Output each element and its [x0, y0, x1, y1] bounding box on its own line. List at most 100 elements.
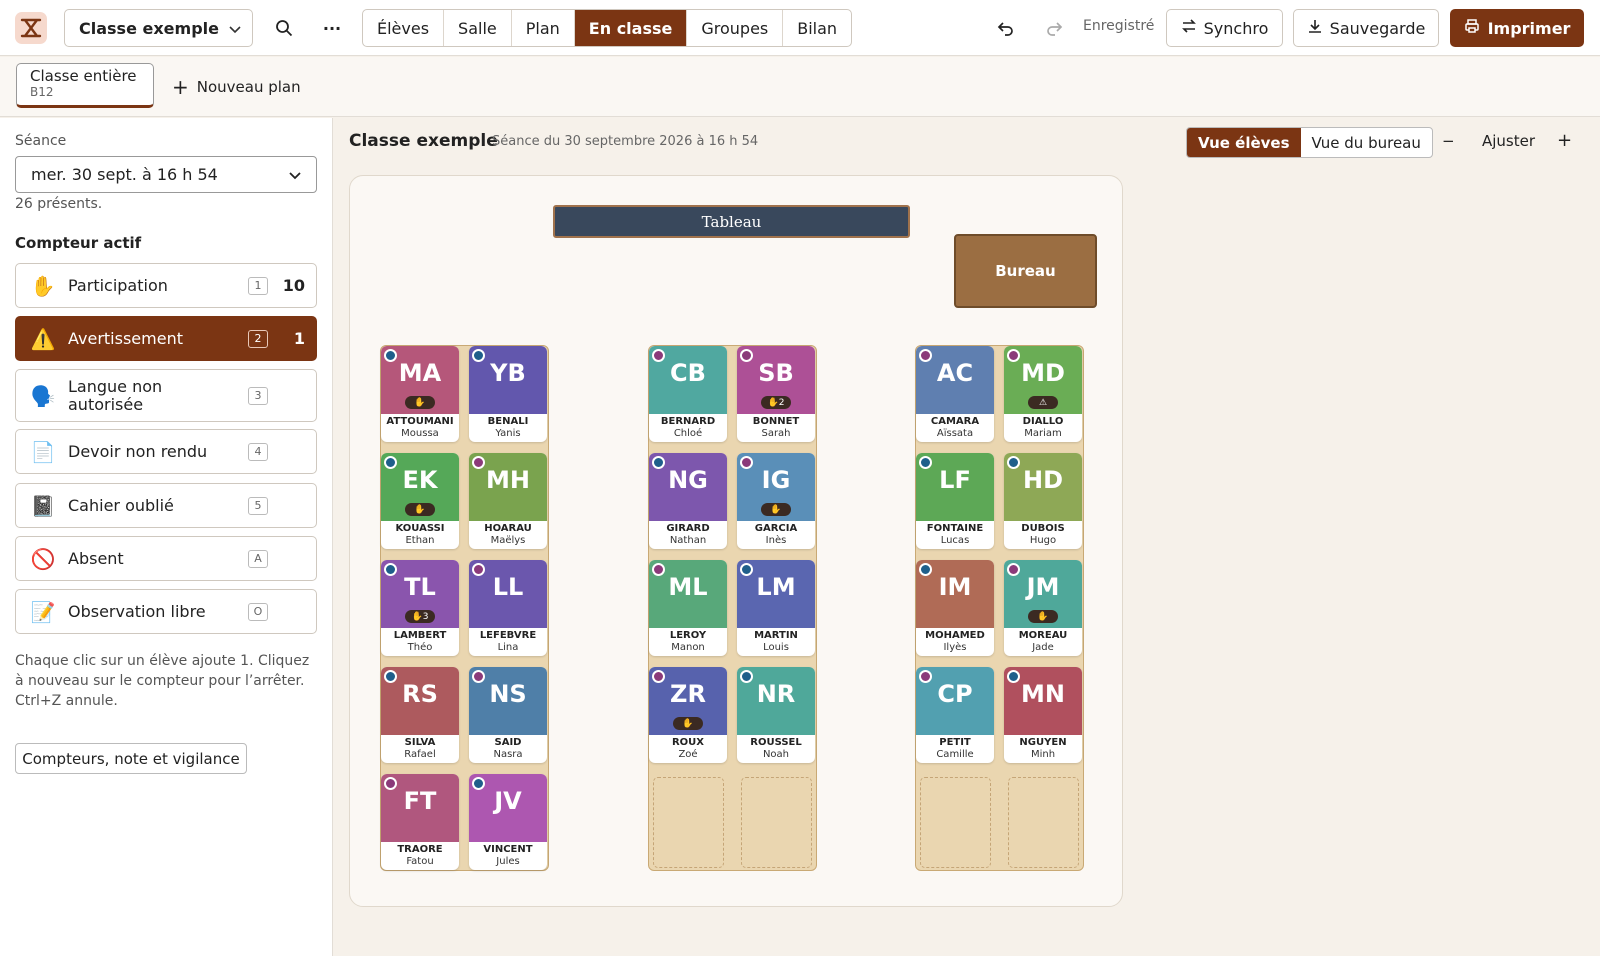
student-last-name: MOHAMED: [925, 630, 985, 641]
tab-bilan[interactable]: Bilan: [783, 10, 851, 46]
plus-icon: +: [172, 75, 189, 99]
student-card[interactable]: NR ROUSSEL Noah: [737, 667, 815, 763]
plan-tab-room: B12: [30, 85, 54, 99]
print-button[interactable]: Imprimer: [1450, 9, 1584, 47]
redo-icon[interactable]: [1042, 16, 1066, 40]
plan-bar: Classe entière B12 + Nouveau plan: [0, 57, 1600, 117]
student-first-name: Nasra: [493, 749, 523, 760]
student-initials: YB: [490, 359, 526, 387]
zoom-out-button[interactable]: −: [1442, 132, 1455, 150]
empty-seat[interactable]: [920, 777, 991, 868]
printer-icon: [1464, 18, 1480, 38]
session-label: Séance: [15, 133, 67, 149]
student-initials: CB: [670, 359, 706, 387]
backup-button[interactable]: Sauvegarde: [1293, 9, 1439, 47]
student-card[interactable]: YB BENALI Yanis: [469, 346, 547, 442]
sync-button[interactable]: Synchro: [1166, 9, 1283, 47]
student-card[interactable]: FT TRAORE Fatou: [381, 774, 459, 870]
student-card[interactable]: MA ✋ ATTOUMANI Moussa: [381, 346, 459, 442]
counter-4[interactable]: 📄 Devoir non rendu 4: [15, 429, 317, 474]
search-icon[interactable]: [272, 16, 296, 40]
student-card[interactable]: LF FONTAINE Lucas: [916, 453, 994, 549]
session-select[interactable]: mer. 30 sept. à 16 h 54: [15, 156, 317, 193]
student-card[interactable]: EK ✋ KOUASSI Ethan: [381, 453, 459, 549]
counter-title: Compteur actif: [15, 234, 142, 252]
student-counter-badge: ✋: [405, 503, 435, 516]
student-initials: LM: [756, 573, 796, 601]
counter-shortcut: O: [248, 602, 268, 621]
student-last-name: PETIT: [939, 737, 971, 748]
student-last-name: ATTOUMANI: [386, 416, 454, 427]
student-first-name: Noah: [762, 749, 790, 760]
student-last-name: DIALLO: [1022, 416, 1064, 427]
fit-button[interactable]: Ajuster: [1482, 132, 1535, 150]
student-card[interactable]: JV VINCENT Jules: [469, 774, 547, 870]
empty-seat[interactable]: [741, 777, 812, 868]
more-icon[interactable]: ···: [320, 16, 344, 40]
student-card[interactable]: NS SAID Nasra: [469, 667, 547, 763]
counter-2[interactable]: ⚠️ Avertissement 2 1: [15, 316, 317, 361]
student-counter-badge: ✋3: [405, 610, 435, 623]
counter-1[interactable]: ✋ Participation 1 10: [15, 263, 317, 308]
student-card[interactable]: MN NGUYEN Minh: [1004, 667, 1082, 763]
page-icon: 📄: [30, 439, 56, 464]
counter-shortcut: 4: [248, 442, 268, 461]
student-initials: RS: [402, 680, 438, 708]
plan-tab-title: Classe entière: [30, 67, 137, 85]
empty-seat[interactable]: [653, 777, 724, 868]
student-card[interactable]: IM MOHAMED Ilyès: [916, 560, 994, 656]
counter-3[interactable]: 🗣️ Langue non autorisée 3: [15, 369, 317, 422]
plan-tab-current[interactable]: Classe entière B12: [16, 63, 154, 108]
student-first-name: Nathan: [669, 535, 707, 546]
student-card[interactable]: MD ⚠ DIALLO Mariam: [1004, 346, 1082, 442]
class-selector[interactable]: Classe exemple: [64, 9, 253, 47]
student-card[interactable]: ML LEROY Manon: [649, 560, 727, 656]
student-card[interactable]: ZR ✋ ROUX Zoé: [649, 667, 727, 763]
student-card[interactable]: LM MARTIN Louis: [737, 560, 815, 656]
student-card[interactable]: IG ✋ GARCIA Inès: [737, 453, 815, 549]
zoom-in-button[interactable]: +: [1557, 130, 1572, 151]
undo-icon[interactable]: [994, 16, 1018, 40]
tab-salle[interactable]: Salle: [444, 10, 512, 46]
student-card[interactable]: JM ✋ MOREAU Jade: [1004, 560, 1082, 656]
student-first-name: Lucas: [940, 535, 970, 546]
tab-plan[interactable]: Plan: [512, 10, 575, 46]
student-card[interactable]: TL ✋3 LAMBERT Théo: [381, 560, 459, 656]
student-initials: AC: [936, 359, 974, 387]
counters-settings-button[interactable]: Compteurs, note et vigilance: [15, 743, 247, 774]
student-initials: IG: [761, 466, 791, 494]
tab-eleves[interactable]: Élèves: [363, 10, 445, 46]
student-last-name: DUBOIS: [1021, 523, 1065, 534]
student-card[interactable]: SB ✋2 BONNET Sarah: [737, 346, 815, 442]
student-last-name: BENALI: [487, 416, 529, 427]
student-first-name: Camille: [936, 749, 974, 760]
student-card[interactable]: MH HOARAU Maëlys: [469, 453, 547, 549]
student-initials: FT: [403, 787, 437, 815]
student-first-name: Hugo: [1029, 535, 1057, 546]
counter-5[interactable]: 📓 Cahier oublié 5: [15, 483, 317, 528]
student-card[interactable]: CB BERNARD Chloé: [649, 346, 727, 442]
counter-count: 10: [282, 276, 305, 295]
view-students-button[interactable]: Vue élèves: [1187, 128, 1301, 157]
counter-name: Absent: [68, 548, 124, 568]
download-icon: [1307, 18, 1323, 38]
student-card[interactable]: CP PETIT Camille: [916, 667, 994, 763]
student-first-name: Jules: [496, 856, 520, 867]
counter-name: Observation libre: [68, 601, 206, 621]
counter-7[interactable]: 📝 Observation libre O: [15, 589, 317, 634]
tab-groupes[interactable]: Groupes: [687, 10, 784, 46]
student-card[interactable]: AC CAMARA Aïssata: [916, 346, 994, 442]
top-toolbar: Classe exemple ··· Élèves Salle Plan En …: [0, 0, 1600, 56]
student-first-name: Lina: [497, 642, 519, 653]
chevron-down-icon: [289, 165, 301, 184]
counter-6[interactable]: 🚫 Absent A: [15, 536, 317, 581]
student-card[interactable]: HD DUBOIS Hugo: [1004, 453, 1082, 549]
view-desk-button[interactable]: Vue du bureau: [1301, 128, 1432, 157]
tab-en-classe[interactable]: En classe: [574, 10, 688, 46]
student-card[interactable]: NG GIRARD Nathan: [649, 453, 727, 549]
student-card[interactable]: LL LEFEBVRE Lina: [469, 560, 547, 656]
student-card[interactable]: RS SILVA Rafael: [381, 667, 459, 763]
empty-seat[interactable]: [1008, 777, 1079, 868]
new-plan-button[interactable]: + Nouveau plan: [172, 75, 301, 99]
notebook-icon: 📓: [30, 493, 56, 518]
